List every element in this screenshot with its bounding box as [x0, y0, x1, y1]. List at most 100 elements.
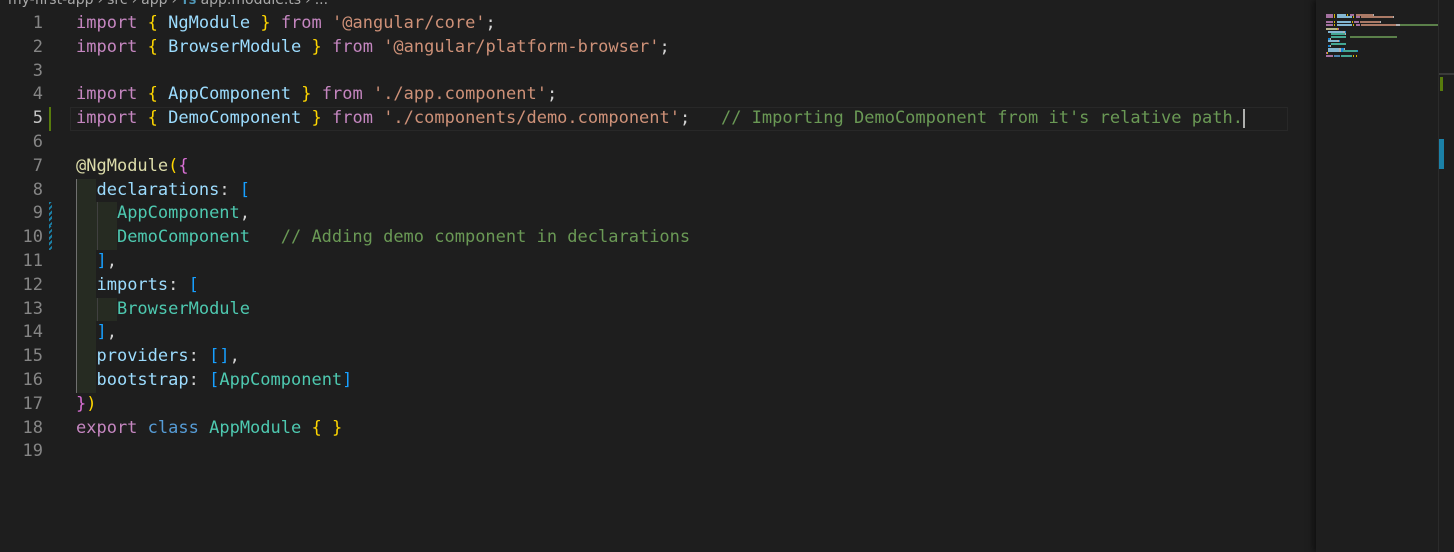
line-number[interactable]: 1	[0, 12, 43, 36]
code-line[interactable]: 13 BrowserModule	[0, 298, 1316, 322]
code-text[interactable]: ],	[76, 321, 117, 345]
code-text[interactable]: import { DemoComponent } from './compone…	[76, 107, 1245, 131]
line-number[interactable]: 17	[0, 393, 43, 417]
code-token: export	[76, 417, 138, 438]
line-number[interactable]: 5	[0, 107, 43, 131]
code-text[interactable]: @NgModule({	[76, 155, 189, 179]
breadcrumb-item-app[interactable]: app	[141, 0, 167, 8]
code-line[interactable]: 1 import { NgModule } from '@angular/core…	[0, 12, 1316, 36]
git-modified-marker[interactable]	[49, 202, 52, 227]
code-line[interactable]: 6	[0, 131, 1316, 155]
code-line[interactable]: 7 @NgModule({	[0, 155, 1316, 179]
code-text[interactable]: bootstrap: [AppComponent]	[76, 369, 352, 393]
code-line[interactable]: 19	[0, 440, 1316, 464]
code-line[interactable]: 8 declarations: [	[0, 179, 1316, 203]
code-text[interactable]: import { AppComponent } from './app.comp…	[76, 83, 557, 107]
git-modified-marker[interactable]	[49, 226, 52, 250]
line-number[interactable]: 12	[0, 274, 43, 298]
line-number[interactable]: 15	[0, 345, 43, 369]
minimap-token	[1393, 16, 1395, 19]
code-token: :	[188, 346, 210, 367]
scrollbar-thumb[interactable]	[1439, 73, 1454, 75]
line-number[interactable]: 8	[0, 179, 43, 203]
minimap-token	[1326, 54, 1334, 57]
code-token: }	[311, 108, 322, 129]
minimap-token	[1341, 54, 1352, 57]
code-token: {	[147, 13, 158, 33]
text-cursor	[1242, 108, 1245, 128]
code-text[interactable]: BrowserModule	[76, 298, 250, 322]
line-number[interactable]: 6	[0, 131, 43, 155]
code-line[interactable]: 16 bootstrap: [AppComponent]	[0, 369, 1316, 393]
line-number[interactable]: 2	[0, 36, 43, 60]
line-number[interactable]: 3	[0, 60, 43, 84]
code-token: [	[239, 179, 251, 200]
minimap-token	[1336, 16, 1352, 19]
code-line[interactable]: 5 import { DemoComponent } from './compon…	[0, 107, 1316, 132]
breadcrumb-item-symbols[interactable]: ...	[315, 0, 328, 8]
line-number[interactable]: 7	[0, 155, 43, 179]
minimap[interactable]	[1316, 0, 1454, 552]
minimap-token	[1326, 23, 1334, 26]
code-token: {	[147, 84, 158, 105]
code-editor[interactable]: 1 import { NgModule } from '@angular/core…	[0, 12, 1316, 552]
code-token: {	[147, 108, 158, 129]
code-text[interactable]: })	[76, 393, 97, 417]
minimap-token	[1361, 23, 1396, 26]
code-token: ;	[546, 84, 558, 105]
breadcrumb-item-project[interactable]: my-first-app	[8, 0, 94, 8]
line-number[interactable]: 16	[0, 369, 43, 393]
code-text[interactable]: imports: [	[76, 274, 198, 298]
line-number[interactable]: 18	[0, 417, 43, 441]
code-line[interactable]: 10 DemoComponent // Adding demo componen…	[0, 226, 1316, 250]
code-text[interactable]: ],	[76, 250, 117, 274]
code-token: AppModule	[209, 417, 302, 438]
code-line[interactable]: 14 ],	[0, 321, 1316, 345]
code-text[interactable]: providers: [],	[76, 345, 239, 369]
code-token: :	[219, 179, 240, 200]
code-text[interactable]: DemoComponent // Adding demo component i…	[76, 226, 690, 250]
code-token: import	[76, 84, 138, 105]
code-text[interactable]: AppComponent,	[76, 202, 250, 226]
line-number[interactable]: 10	[0, 226, 43, 250]
code-line[interactable]: 9 AppComponent,	[0, 202, 1316, 227]
code-token: {	[311, 417, 322, 438]
line-number[interactable]: 9	[0, 202, 43, 226]
code-line[interactable]: 17})	[0, 393, 1316, 417]
code-line[interactable]: 3	[0, 60, 1316, 84]
code-line[interactable]: 11 ],	[0, 250, 1316, 274]
code-text[interactable]: declarations: [	[76, 179, 250, 203]
breadcrumb-item-src[interactable]: src	[107, 0, 127, 8]
code-line[interactable]: 12 imports: [	[0, 274, 1316, 298]
minimap-token	[1326, 16, 1334, 19]
code-line[interactable]: 18 export class AppModule { }	[0, 417, 1316, 441]
code-line[interactable]: 2 import { BrowserModule } from '@angular…	[0, 36, 1316, 60]
code-line[interactable]: 15 providers: [],	[0, 345, 1316, 369]
git-added-marker[interactable]	[49, 107, 51, 131]
code-text[interactable]: export class AppModule { }	[76, 417, 342, 441]
line-number[interactable]: 13	[0, 298, 43, 322]
line-number[interactable]: 19	[0, 440, 43, 464]
code-token: {	[178, 155, 189, 176]
line-number[interactable]: 11	[0, 250, 43, 274]
breadcrumb[interactable]: my-first-app › src › app › TS app.module.ts ›...	[0, 0, 328, 9]
code-token: '@angular/core'	[332, 13, 486, 33]
minimap-token	[1349, 35, 1397, 38]
breadcrumb-item-file[interactable]: app.module.ts	[201, 0, 302, 8]
code-line[interactable]: 4 import { AppComponent } from './app.com…	[0, 83, 1316, 107]
code-text[interactable]: import { NgModule } from '@angular/core'…	[76, 12, 496, 36]
line-number[interactable]: 14	[0, 321, 43, 345]
code-text[interactable]: import { BrowserModule } from '@angular/…	[76, 36, 670, 60]
vertical-scrollbar[interactable]	[1438, 0, 1454, 552]
line-number[interactable]: 4	[0, 83, 43, 107]
code-token: './app.component'	[372, 84, 547, 105]
